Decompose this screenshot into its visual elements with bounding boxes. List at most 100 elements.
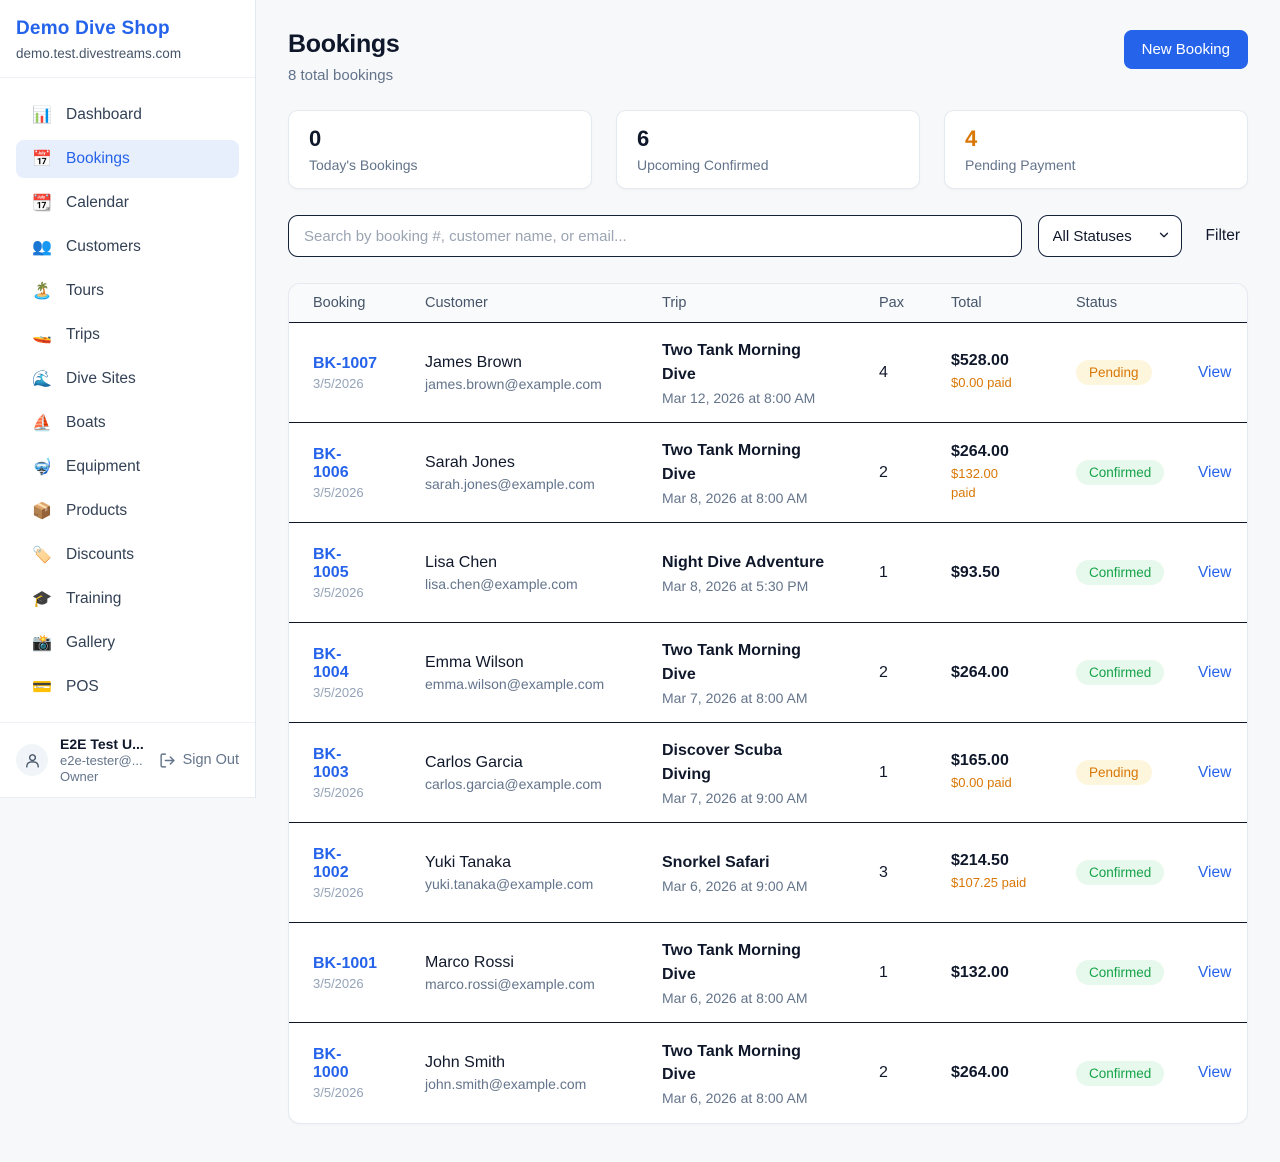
paid-amount: $0.00 paid bbox=[951, 774, 1076, 792]
status-select[interactable]: All Statuses bbox=[1038, 215, 1182, 257]
sidebar-item-products[interactable]: 📦 Products bbox=[16, 492, 239, 530]
sidebar-item-customers[interactable]: 👥 Customers bbox=[16, 228, 239, 266]
pax-count: 1 bbox=[879, 964, 951, 982]
booking-id-link[interactable]: BK- 1000 bbox=[313, 1046, 349, 1082]
speedboat-icon: 🚤 bbox=[32, 325, 52, 345]
table-row: BK-1007 3/5/2026 James Brown james.brown… bbox=[289, 323, 1247, 423]
table-row: BK- 1000 3/5/2026 John Smith john.smith@… bbox=[289, 1023, 1247, 1123]
sidebar-item-dashboard[interactable]: 📊 Dashboard bbox=[16, 96, 239, 134]
booking-date: 3/5/2026 bbox=[313, 885, 425, 900]
view-link[interactable]: View bbox=[1198, 564, 1231, 581]
pax-count: 1 bbox=[879, 564, 951, 582]
booking-date: 3/5/2026 bbox=[313, 485, 425, 500]
table-row: BK- 1002 3/5/2026 Yuki Tanaka yuki.tanak… bbox=[289, 823, 1247, 923]
sidebar-item-gallery[interactable]: 📸 Gallery bbox=[16, 624, 239, 662]
paid-amount: $132.00 paid bbox=[951, 465, 1076, 501]
status-badge: Pending bbox=[1076, 760, 1152, 785]
sidebar-item-label: Tours bbox=[66, 282, 104, 300]
booking-id-link[interactable]: BK- 1002 bbox=[313, 846, 349, 882]
trip-name: Two Tank Morning Dive bbox=[662, 939, 879, 985]
sidebar-item-trips[interactable]: 🚤 Trips bbox=[16, 316, 239, 354]
main-content: Bookings 8 total bookings New Booking 0 … bbox=[256, 0, 1280, 1154]
status-badge: Confirmed bbox=[1076, 860, 1164, 885]
status-badge: Confirmed bbox=[1076, 1061, 1164, 1086]
sidebar-item-bookings[interactable]: 📅 Bookings bbox=[16, 140, 239, 178]
view-link[interactable]: View bbox=[1198, 464, 1231, 481]
people-icon: 👥 bbox=[32, 237, 52, 257]
trip-datetime: Mar 7, 2026 at 9:00 AM bbox=[662, 790, 879, 806]
stat-value: 6 bbox=[637, 126, 899, 152]
sidebar-item-boats[interactable]: ⛵ Boats bbox=[16, 404, 239, 442]
view-link[interactable]: View bbox=[1198, 1064, 1231, 1081]
search-input[interactable] bbox=[288, 215, 1022, 257]
status-badge: Confirmed bbox=[1076, 460, 1164, 485]
view-link[interactable]: View bbox=[1198, 364, 1231, 381]
paid-amount: $107.25 paid bbox=[951, 874, 1076, 892]
column-header-booking: Booking bbox=[289, 284, 425, 322]
total-amount: $214.50 bbox=[951, 852, 1076, 870]
customer-name: Emma Wilson bbox=[425, 654, 662, 672]
avatar bbox=[16, 744, 48, 776]
booking-date: 3/5/2026 bbox=[313, 685, 425, 700]
table-row: BK- 1006 3/5/2026 Sarah Jones sarah.jone… bbox=[289, 423, 1247, 523]
view-link[interactable]: View bbox=[1198, 864, 1231, 881]
table-row: BK-1001 3/5/2026 Marco Rossi marco.rossi… bbox=[289, 923, 1247, 1023]
booking-date: 3/5/2026 bbox=[313, 376, 425, 391]
sign-out-icon bbox=[159, 752, 176, 769]
view-link[interactable]: View bbox=[1198, 764, 1231, 781]
sign-out-button[interactable]: Sign Out bbox=[159, 752, 239, 769]
sidebar-item-label: Customers bbox=[66, 238, 141, 256]
booking-id-link[interactable]: BK- 1003 bbox=[313, 746, 349, 782]
sidebar-item-label: Gallery bbox=[66, 634, 115, 652]
customer-email: john.smith@example.com bbox=[425, 1076, 662, 1092]
sidebar-user-footer: E2E Test U... e2e-tester@... Owner Sign … bbox=[0, 722, 255, 797]
sidebar-item-label: Calendar bbox=[66, 194, 129, 212]
filter-button[interactable]: Filter bbox=[1198, 227, 1248, 245]
column-header-actions bbox=[1198, 284, 1247, 322]
view-link[interactable]: View bbox=[1198, 964, 1231, 981]
page-subtitle: 8 total bookings bbox=[288, 67, 400, 84]
sidebar-header: Demo Dive Shop demo.test.divestreams.com bbox=[0, 0, 255, 78]
sidebar-item-equipment[interactable]: 🤿 Equipment bbox=[16, 448, 239, 486]
table-row: BK- 1004 3/5/2026 Emma Wilson emma.wilso… bbox=[289, 623, 1247, 723]
shop-name: Demo Dive Shop bbox=[16, 18, 239, 40]
pax-count: 3 bbox=[879, 864, 951, 882]
stat-label: Upcoming Confirmed bbox=[637, 157, 899, 173]
sidebar: Demo Dive Shop demo.test.divestreams.com… bbox=[0, 0, 256, 798]
new-booking-button[interactable]: New Booking bbox=[1124, 30, 1248, 69]
sidebar-item-tours[interactable]: 🏝️ Tours bbox=[16, 272, 239, 310]
column-header-status: Status bbox=[1076, 284, 1198, 322]
sidebar-item-label: Training bbox=[66, 590, 121, 608]
customer-name: James Brown bbox=[425, 354, 662, 372]
sidebar-item-label: Dashboard bbox=[66, 106, 142, 124]
sidebar-nav: 📊 Dashboard 📅 Bookings 📆 Calendar 👥 Cust… bbox=[0, 78, 255, 722]
sidebar-item-training[interactable]: 🎓 Training bbox=[16, 580, 239, 618]
trip-datetime: Mar 12, 2026 at 8:00 AM bbox=[662, 390, 879, 406]
column-header-pax: Pax bbox=[879, 284, 951, 322]
booking-id-link[interactable]: BK-1007 bbox=[313, 355, 377, 373]
booking-date: 3/5/2026 bbox=[313, 976, 425, 991]
status-badge: Confirmed bbox=[1076, 660, 1164, 685]
booking-id-link[interactable]: BK-1001 bbox=[313, 955, 377, 973]
view-link[interactable]: View bbox=[1198, 664, 1231, 681]
booking-id-link[interactable]: BK- 1005 bbox=[313, 546, 349, 582]
page-header: Bookings 8 total bookings New Booking bbox=[288, 30, 1248, 84]
sidebar-item-label: Dive Sites bbox=[66, 370, 136, 388]
filter-row: All Statuses Filter bbox=[288, 215, 1248, 257]
sidebar-item-label: Discounts bbox=[66, 546, 134, 564]
column-header-customer: Customer bbox=[425, 284, 662, 322]
sidebar-item-discounts[interactable]: 🏷️ Discounts bbox=[16, 536, 239, 574]
table-row: BK- 1003 3/5/2026 Carlos Garcia carlos.g… bbox=[289, 723, 1247, 823]
status-badge: Pending bbox=[1076, 360, 1152, 385]
booking-id-link[interactable]: BK- 1006 bbox=[313, 446, 349, 482]
sidebar-item-calendar[interactable]: 📆 Calendar bbox=[16, 184, 239, 222]
camera-icon: 📸 bbox=[32, 633, 52, 653]
paid-amount: $0.00 paid bbox=[951, 374, 1076, 392]
bar-chart-icon: 📊 bbox=[32, 105, 52, 125]
customer-email: marco.rossi@example.com bbox=[425, 976, 662, 992]
sidebar-item-dive-sites[interactable]: 🌊 Dive Sites bbox=[16, 360, 239, 398]
sidebar-item-label: Bookings bbox=[66, 150, 130, 168]
sidebar-item-label: Boats bbox=[66, 414, 106, 432]
sidebar-item-pos[interactable]: 💳 POS bbox=[16, 668, 239, 706]
booking-id-link[interactable]: BK- 1004 bbox=[313, 646, 349, 682]
